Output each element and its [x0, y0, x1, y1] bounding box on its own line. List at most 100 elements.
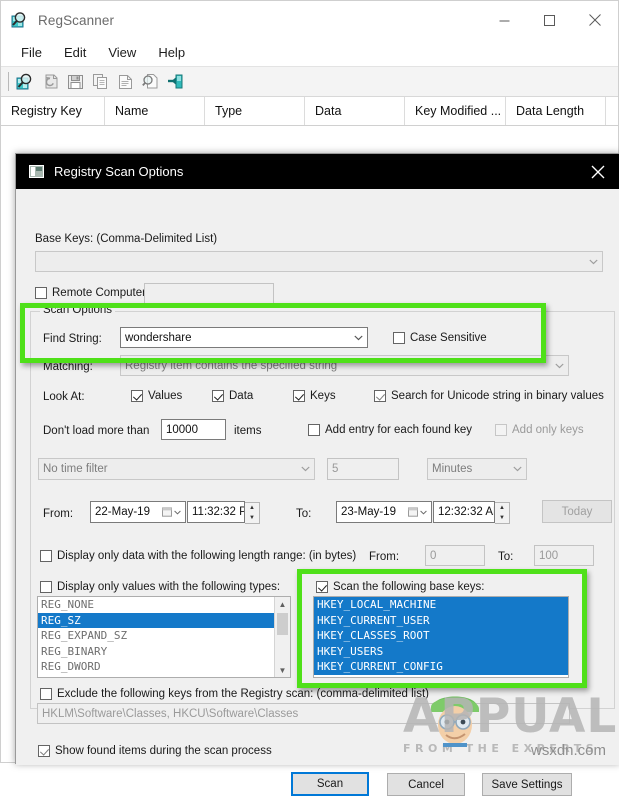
- look-at-data-checkbox[interactable]: Data: [212, 390, 253, 402]
- list-item[interactable]: REG_EXPAND_SZ: [38, 628, 290, 644]
- value-types-scrollbar[interactable]: ▲ ▼: [274, 597, 290, 677]
- list-item[interactable]: REG_NONE: [38, 597, 290, 613]
- list-item[interactable]: REG_DWORD: [38, 659, 290, 675]
- refresh-icon[interactable]: [38, 70, 63, 94]
- column-type[interactable]: Type: [205, 97, 305, 125]
- time-filter-value: No time filter: [43, 463, 108, 475]
- to-time-input[interactable]: 12:32:32 AM: [433, 501, 495, 523]
- calendar-icon: [162, 507, 181, 517]
- value-types-listbox[interactable]: REG_NONE REG_SZ REG_EXPAND_SZ REG_BINARY…: [37, 596, 291, 678]
- copy-icon[interactable]: [88, 70, 113, 94]
- to-date-value: 23-May-19: [341, 506, 396, 518]
- scan-icon[interactable]: [13, 70, 38, 94]
- menu-help[interactable]: Help: [147, 41, 196, 65]
- minimize-button[interactable]: [482, 1, 527, 39]
- title-bar: RegScanner: [1, 1, 618, 39]
- column-registry-key[interactable]: Registry Key: [1, 97, 105, 125]
- length-from-input[interactable]: 0: [425, 545, 485, 566]
- scan-button[interactable]: Scan: [291, 772, 369, 796]
- cancel-button[interactable]: Cancel: [387, 773, 465, 796]
- column-key-modified[interactable]: Key Modified ...: [405, 97, 506, 125]
- base-keys-combo[interactable]: [35, 251, 603, 272]
- app-title: RegScanner: [38, 12, 115, 28]
- save-settings-button[interactable]: Save Settings: [482, 773, 572, 796]
- column-data-length[interactable]: Data Length: [506, 97, 606, 125]
- menu-bar: File Edit View Help: [1, 39, 618, 67]
- scrollbar-thumb[interactable]: [277, 613, 288, 635]
- save-icon[interactable]: [63, 70, 88, 94]
- annotation-find-string-row: [20, 303, 546, 363]
- calendar-icon: [408, 507, 427, 517]
- add-only-keys-checkbox: Add only keys: [495, 424, 584, 436]
- spinner-up-icon[interactable]: ▲: [245, 503, 259, 513]
- look-at-data-label: Data: [229, 390, 254, 402]
- to-label: To:: [296, 508, 312, 520]
- from-date-value: 22-May-19: [95, 506, 150, 518]
- maximize-button[interactable]: [527, 1, 572, 39]
- list-item[interactable]: REG_BINARY: [38, 644, 290, 660]
- length-range-label: Display only data with the following len…: [57, 550, 357, 562]
- max-items-input[interactable]: 10000: [161, 419, 226, 440]
- spinner-up-icon[interactable]: ▲: [495, 503, 509, 513]
- scroll-down-icon[interactable]: ▼: [275, 663, 290, 677]
- scroll-up-icon[interactable]: ▲: [275, 597, 290, 611]
- spinner-down-icon[interactable]: ▼: [245, 513, 259, 523]
- dialog-title: Registry Scan Options: [54, 164, 184, 179]
- exclude-keys-checkbox[interactable]: Exclude the following keys from the Regi…: [40, 688, 429, 700]
- dont-load-more-label: Don't load more than: [43, 425, 150, 437]
- menu-edit[interactable]: Edit: [53, 41, 97, 65]
- checkbox-box: [293, 390, 305, 402]
- length-to-input[interactable]: 100: [534, 545, 594, 566]
- dialog-close-button[interactable]: [577, 154, 619, 189]
- list-item[interactable]: REG_DWORD_BIG_ENDIAN: [38, 675, 290, 678]
- remote-computer-checkbox[interactable]: Remote Computer:: [35, 287, 149, 299]
- exclude-keys-input[interactable]: HKLM\Software\Classes, HKCU\Software\Cla…: [37, 703, 570, 724]
- time-filter-combo[interactable]: No time filter: [38, 458, 315, 480]
- today-button: Today: [542, 500, 612, 523]
- menu-view[interactable]: View: [97, 41, 147, 65]
- list-item[interactable]: HKEY_USERS: [314, 643, 568, 659]
- time-filter-amount-input[interactable]: 5: [327, 458, 399, 480]
- checkbox-box: [131, 390, 143, 402]
- column-data[interactable]: Data: [305, 97, 405, 125]
- scan-base-keys-label: Scan the following base keys:: [333, 581, 485, 593]
- list-item[interactable]: HKEY_CURRENT_USER: [314, 612, 568, 628]
- show-found-items-checkbox[interactable]: Show found items during the scan process: [38, 745, 272, 757]
- chevron-down-icon: [509, 466, 526, 472]
- from-date-picker[interactable]: 22-May-19: [90, 501, 186, 523]
- unicode-search-checkbox[interactable]: Search for Unicode string in binary valu…: [374, 390, 604, 402]
- list-item[interactable]: HKEY_LOCAL_MACHINE: [314, 597, 568, 613]
- scan-base-keys-listbox[interactable]: HKEY_LOCAL_MACHINE HKEY_CURRENT_USER HKE…: [313, 596, 569, 678]
- from-time-value: 11:32:32 PM: [192, 506, 244, 518]
- look-at-values-checkbox[interactable]: Values: [131, 390, 182, 402]
- look-at-keys-checkbox[interactable]: Keys: [293, 390, 336, 402]
- list-item[interactable]: HKEY_CLASSES_ROOT: [314, 628, 568, 644]
- from-time-spinner[interactable]: ▲ ▼: [245, 502, 260, 524]
- spinner-down-icon[interactable]: ▼: [495, 513, 509, 523]
- add-entry-for-each-found-key-checkbox[interactable]: Add entry for each found key: [308, 424, 472, 436]
- time-filter-unit-combo[interactable]: Minutes: [427, 458, 527, 480]
- find-icon[interactable]: [138, 70, 163, 94]
- remote-computer-input[interactable]: [144, 283, 274, 305]
- scan-base-keys-checkbox[interactable]: Scan the following base keys:: [316, 581, 485, 593]
- column-name[interactable]: Name: [105, 97, 205, 125]
- list-item[interactable]: REG_SZ: [38, 612, 290, 628]
- regscanner-main-window: RegScanner File Edit View Help Registry …: [0, 0, 619, 796]
- checkbox-box: [308, 424, 320, 436]
- length-range-checkbox[interactable]: Display only data with the following len…: [40, 550, 356, 562]
- look-at-keys-label: Keys: [310, 390, 336, 402]
- registry-scan-options-dialog: Registry Scan Options Base Keys: (Comma-…: [15, 153, 619, 796]
- length-to-label: To:: [498, 551, 514, 563]
- exit-icon[interactable]: [163, 70, 188, 94]
- look-at-values-label: Values: [148, 390, 183, 402]
- dialog-title-bar: Registry Scan Options: [16, 154, 619, 189]
- close-button[interactable]: [572, 1, 617, 39]
- menu-file[interactable]: File: [10, 41, 53, 65]
- chevron-down-icon: [585, 259, 602, 265]
- value-types-checkbox[interactable]: Display only values with the following t…: [40, 581, 280, 593]
- list-item[interactable]: HKEY_CURRENT_CONFIG: [314, 659, 568, 675]
- from-time-input[interactable]: 11:32:32 PM: [187, 501, 245, 523]
- to-date-picker[interactable]: 23-May-19: [336, 501, 432, 523]
- properties-icon[interactable]: [113, 70, 138, 94]
- to-time-spinner[interactable]: ▲ ▼: [495, 502, 510, 524]
